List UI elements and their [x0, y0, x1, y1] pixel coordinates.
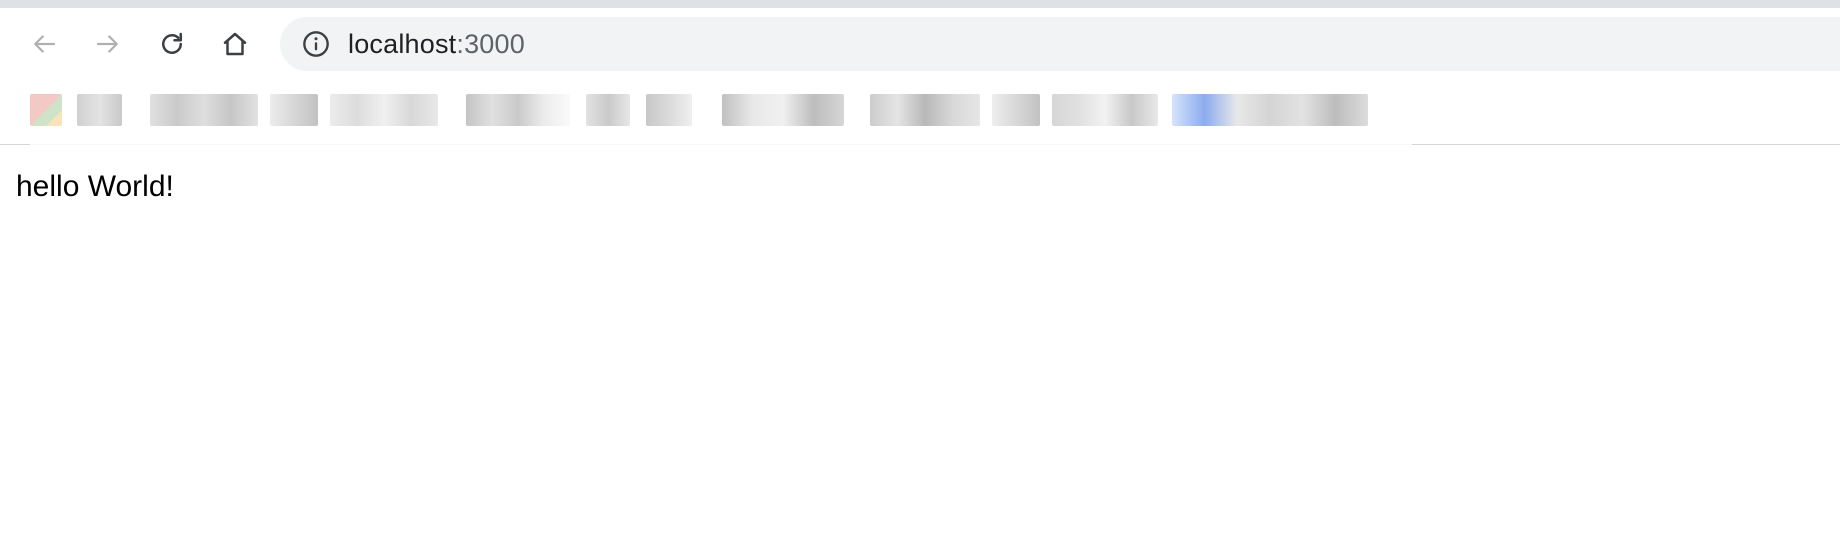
page-content: hello World! — [0, 145, 1840, 544]
url-port: :3000 — [456, 29, 525, 59]
forward-button[interactable] — [88, 24, 128, 64]
bookmark-item[interactable] — [992, 94, 1040, 126]
bookmark-item[interactable] — [722, 94, 844, 126]
reload-button[interactable] — [152, 24, 192, 64]
bookmark-item[interactable] — [1172, 94, 1368, 126]
bookmark-item[interactable] — [150, 94, 258, 126]
back-button[interactable] — [24, 24, 64, 64]
arrow-right-icon — [96, 35, 118, 53]
bookmark-item[interactable] — [646, 94, 692, 126]
bookmark-item[interactable] — [1052, 94, 1158, 126]
browser-toolbar: localhost:3000 — [0, 8, 1840, 80]
bookmark-favicon[interactable] — [30, 94, 62, 126]
bookmark-item[interactable] — [77, 94, 122, 126]
home-button[interactable] — [215, 24, 255, 64]
bookmark-item[interactable] — [466, 94, 570, 126]
arrow-left-icon — [34, 35, 56, 53]
reload-icon — [162, 32, 182, 54]
tab-strip — [0, 0, 1840, 8]
bookmarks-bar — [0, 80, 1840, 144]
url-host: localhost — [348, 29, 457, 59]
bookmark-item[interactable] — [270, 94, 318, 126]
bookmark-item[interactable] — [870, 94, 980, 126]
home-icon — [223, 32, 247, 56]
url-text[interactable]: localhost:3000 — [348, 29, 525, 59]
bookmark-item[interactable] — [330, 94, 438, 126]
bookmark-item[interactable] — [586, 94, 630, 126]
hello-text: hello World! — [16, 170, 174, 203]
info-icon[interactable] — [302, 30, 330, 58]
address-bar[interactable]: localhost:3000 — [280, 17, 1840, 71]
